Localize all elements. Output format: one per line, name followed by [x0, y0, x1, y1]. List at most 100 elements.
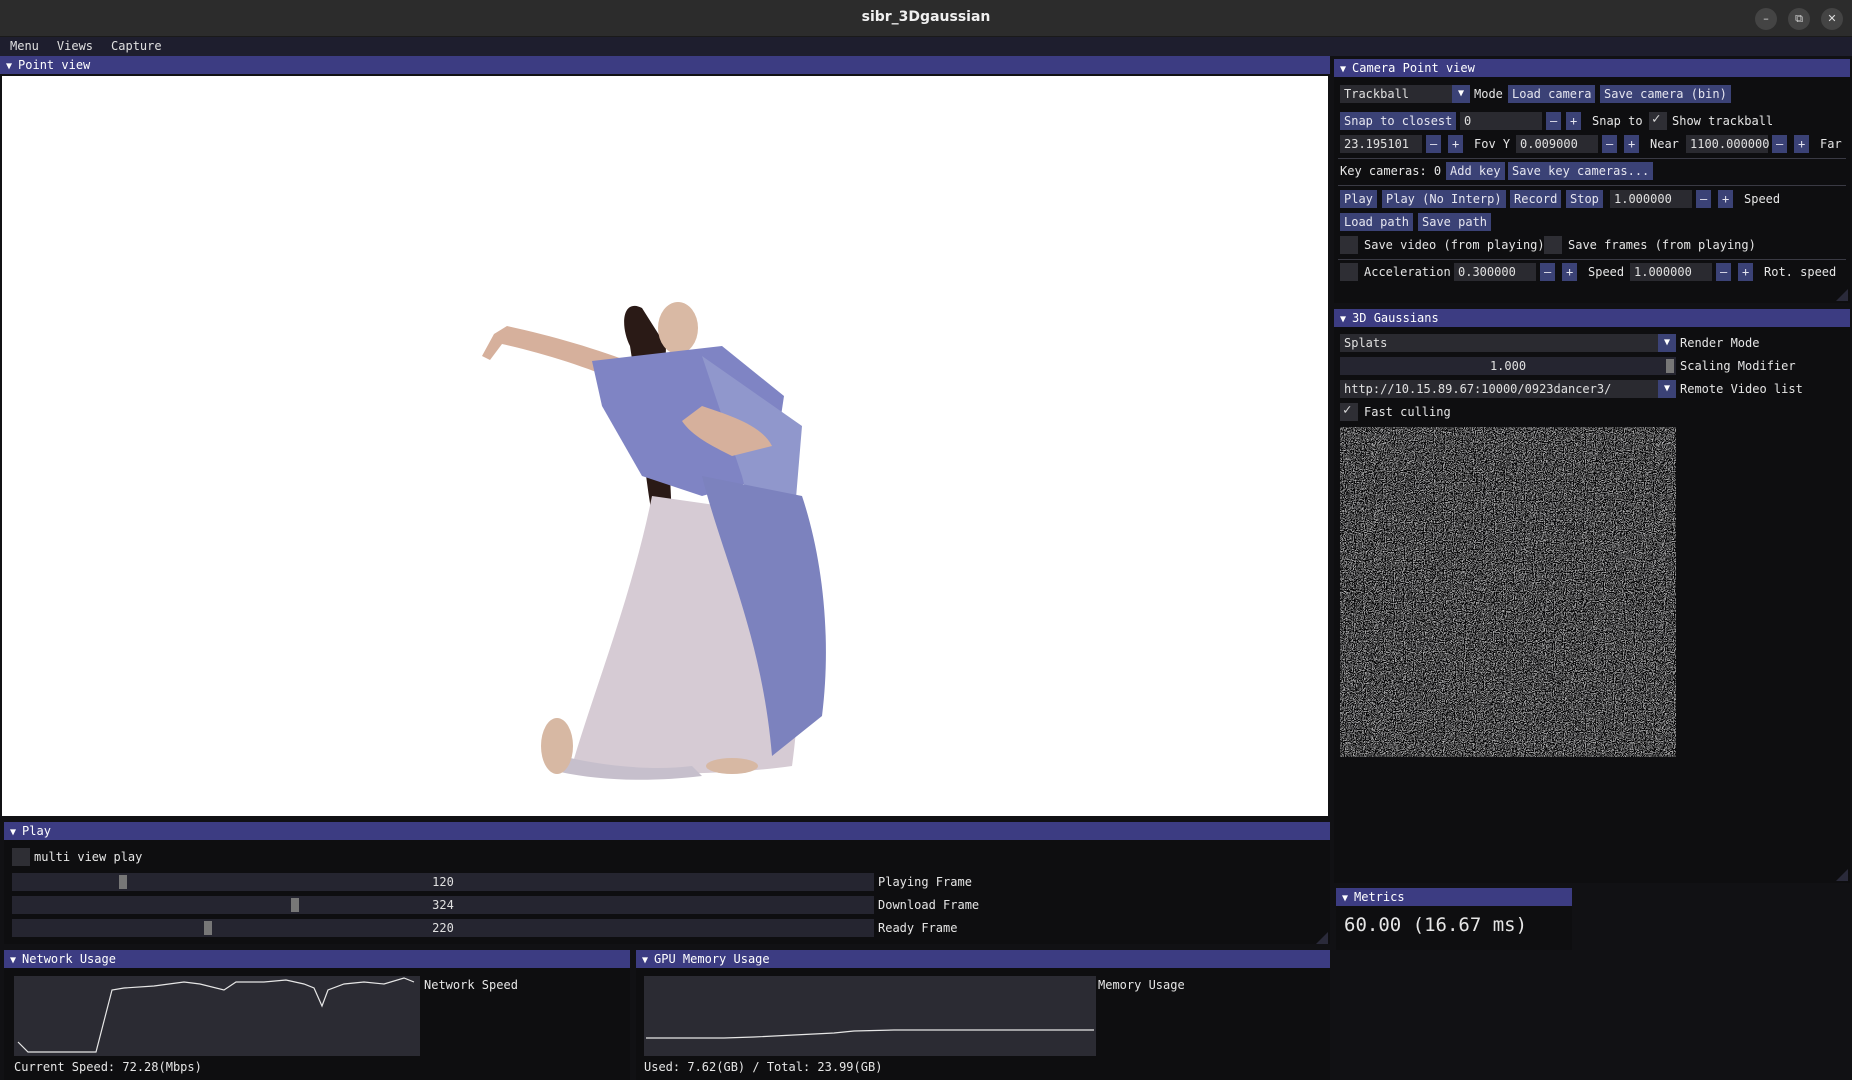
speed2-plus-button[interactable]: +: [1738, 263, 1754, 281]
playing-frame-label: Playing Frame: [878, 875, 972, 889]
camera-panel-header[interactable]: ▼ Camera Point view: [1334, 59, 1850, 77]
stop-button[interactable]: Stop: [1566, 190, 1603, 208]
close-button[interactable]: ✕: [1821, 8, 1843, 30]
snap-value-input[interactable]: 0: [1460, 112, 1542, 130]
gpu-panel-header[interactable]: ▼ GPU Memory Usage: [636, 950, 1330, 968]
chevron-down-icon: ▼: [1452, 85, 1470, 103]
chevron-down-icon: ▼: [1658, 334, 1676, 352]
acceleration-label: Acceleration: [1364, 265, 1451, 279]
collapse-triangle-icon[interactable]: ▼: [6, 58, 12, 76]
scaling-modifier-label: Scaling Modifier: [1680, 359, 1796, 373]
save-video-checkbox[interactable]: [1340, 236, 1358, 254]
acceleration-checkbox[interactable]: [1340, 263, 1358, 281]
snap-closest-button[interactable]: Snap to closest: [1340, 112, 1457, 130]
multi-view-checkbox[interactable]: [12, 848, 30, 866]
near-minus-button[interactable]: –: [1602, 135, 1618, 153]
speed2-minus-button[interactable]: –: [1716, 263, 1732, 281]
menu-item-views[interactable]: Views: [47, 37, 101, 53]
download-frame-label: Download Frame: [878, 898, 980, 912]
slider-grab[interactable]: [119, 875, 127, 889]
speed2-input[interactable]: 1.000000: [1630, 263, 1712, 281]
far-minus-button[interactable]: –: [1772, 135, 1788, 153]
speed-input[interactable]: 1.000000: [1610, 190, 1692, 208]
remote-video-label: Remote Video list: [1680, 382, 1803, 396]
near-plus-button[interactable]: +: [1624, 135, 1640, 153]
metrics-panel-header[interactable]: ▼ Metrics: [1336, 888, 1572, 906]
far-label: Far: [1820, 137, 1842, 151]
gaussians-panel-title: 3D Gaussians: [1352, 311, 1439, 325]
point-view-header[interactable]: ▼ Point view: [0, 56, 1330, 74]
render-mode-label: Render Mode: [1680, 336, 1760, 350]
resize-grip-icon[interactable]: [1836, 869, 1848, 881]
memory-usage-text: Used: 7.62(GB) / Total: 23.99(GB): [644, 1060, 883, 1074]
fov-plus-button[interactable]: +: [1448, 135, 1464, 153]
slider-grab[interactable]: [1666, 359, 1674, 373]
slider-grab[interactable]: [204, 921, 212, 935]
network-panel-header[interactable]: ▼ Network Usage: [4, 950, 630, 968]
minimize-button[interactable]: –: [1755, 8, 1777, 30]
network-speed-plot: [14, 976, 420, 1056]
remote-video-dropdown[interactable]: http://10.15.89.67:10000/0923dancer3/ ▼: [1340, 380, 1676, 398]
memory-usage-legend: Memory Usage: [1098, 978, 1185, 992]
menu-item-capture[interactable]: Capture: [101, 37, 170, 53]
speed-minus-button[interactable]: –: [1696, 190, 1712, 208]
near-input[interactable]: 0.009000: [1516, 135, 1598, 153]
mode-label: Mode: [1474, 87, 1503, 101]
save-frames-label: Save frames (from playing): [1568, 238, 1756, 252]
ready-frame-slider[interactable]: 220: [12, 919, 874, 937]
menu-item-menu[interactable]: Menu: [0, 37, 47, 53]
restore-button[interactable]: ⧉: [1788, 8, 1810, 30]
gpu-panel: Memory Usage Used: 7.62(GB) / Total: 23.…: [636, 968, 1330, 1080]
load-camera-button[interactable]: Load camera: [1508, 85, 1596, 103]
fast-culling-checkbox[interactable]: [1340, 402, 1358, 421]
playing-frame-value: 120: [432, 875, 454, 889]
save-path-button[interactable]: Save path: [1418, 213, 1492, 231]
gaussians-panel-header[interactable]: ▼ 3D Gaussians: [1334, 309, 1850, 327]
remote-value: http://10.15.89.67:10000/0923dancer3/: [1344, 382, 1612, 396]
snap-minus-button[interactable]: –: [1546, 112, 1562, 130]
load-path-button[interactable]: Load path: [1340, 213, 1414, 231]
play-no-interp-button[interactable]: Play (No Interp): [1382, 190, 1506, 208]
chevron-down-icon: ▼: [1658, 380, 1676, 398]
metrics-panel: 60.00 (16.67 ms): [1336, 906, 1572, 950]
mode-dropdown[interactable]: Trackball ▼: [1340, 85, 1470, 103]
play-button[interactable]: Play: [1340, 190, 1377, 208]
resize-grip-icon[interactable]: [1836, 289, 1848, 301]
speed-plus-button[interactable]: +: [1718, 190, 1734, 208]
menu-bar: Menu Views Capture: [0, 37, 1852, 56]
acceleration-minus-button[interactable]: –: [1540, 263, 1556, 281]
download-frame-value: 324: [432, 898, 454, 912]
save-key-cameras-button[interactable]: Save key cameras...: [1508, 162, 1654, 180]
download-frame-slider[interactable]: 324: [12, 896, 874, 914]
point-view-title: Point view: [18, 58, 91, 72]
slider-grab[interactable]: [291, 898, 299, 912]
point-view-canvas[interactable]: [2, 76, 1328, 816]
far-plus-button[interactable]: +: [1794, 135, 1810, 153]
record-button[interactable]: Record: [1510, 190, 1562, 208]
snap-plus-button[interactable]: +: [1566, 112, 1582, 130]
show-trackball-checkbox[interactable]: [1649, 111, 1667, 130]
rot-speed-label: Rot. speed: [1764, 265, 1837, 279]
resize-grip-icon[interactable]: [1316, 932, 1328, 944]
add-key-button[interactable]: Add key: [1446, 162, 1505, 180]
camera-panel: Trackball ▼ Mode Load camera Save camera …: [1334, 77, 1850, 303]
scaling-modifier-slider[interactable]: 1.000: [1340, 357, 1676, 375]
fov-input[interactable]: 23.195101: [1340, 135, 1422, 153]
save-camera-button[interactable]: Save camera (bin): [1600, 85, 1731, 103]
play-panel-header[interactable]: ▼ Play: [4, 822, 1330, 840]
save-frames-checkbox[interactable]: [1544, 236, 1562, 254]
acceleration-plus-button[interactable]: +: [1562, 263, 1578, 281]
scaling-value: 1.000: [1489, 359, 1527, 373]
playing-frame-slider[interactable]: 120: [12, 873, 874, 891]
network-panel: Network Speed Current Speed: 72.28(Mbps): [4, 968, 630, 1080]
snap-to-label: Snap to: [1592, 114, 1643, 128]
render-mode-dropdown[interactable]: Splats ▼: [1340, 334, 1676, 352]
dancer-render-image: [482, 302, 826, 780]
ready-frame-value: 220: [432, 921, 454, 935]
fov-minus-button[interactable]: –: [1426, 135, 1442, 153]
acceleration-input[interactable]: 0.300000: [1454, 263, 1536, 281]
separator: [1338, 158, 1846, 159]
fps-readout: 60.00 (16.67 ms): [1344, 914, 1528, 936]
network-speed-line: [17, 977, 415, 1053]
far-input[interactable]: 1100.000000: [1686, 135, 1769, 153]
